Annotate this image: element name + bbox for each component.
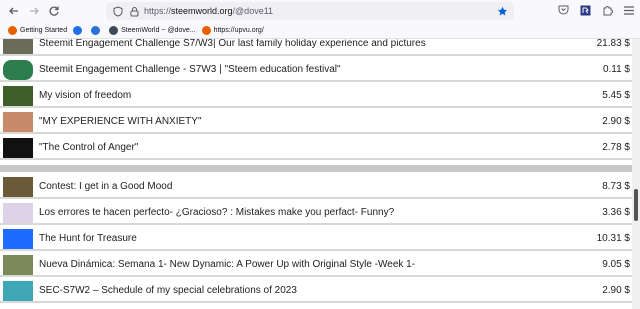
post-amount: 3.36 $	[602, 207, 630, 218]
firefox-icon	[201, 25, 211, 35]
post-thumbnail[interactable]	[3, 255, 33, 275]
post-row[interactable]: Steemit Engagement Challenge - S7W3 | "S…	[0, 58, 632, 82]
post-title[interactable]: Steemit Engagement Challenge S7/W3| Our …	[39, 39, 426, 49]
post-amount: 10.31 $	[596, 233, 630, 244]
menu-icon[interactable]	[622, 3, 636, 17]
post-title[interactable]: "MY EXPERIENCE WITH ANXIETY"	[39, 116, 202, 127]
post-thumbnail[interactable]	[3, 86, 33, 106]
bookmark-2[interactable]	[73, 25, 85, 35]
app-icon	[73, 25, 83, 35]
extensions-puzzle-icon[interactable]	[600, 3, 614, 17]
forward-icon[interactable]	[24, 1, 44, 21]
url-text: https://steemworld.org/@dove11	[144, 6, 273, 16]
post-row[interactable]: "The Control of Anger" 2.78 $	[0, 136, 632, 160]
firefox-icon	[8, 25, 17, 35]
scrollbar-thumb[interactable]	[634, 189, 638, 221]
post-row[interactable]: Steemit Engagement Challenge S7/W3| Our …	[0, 39, 632, 56]
post-title[interactable]: The Hunt for Treasure	[39, 233, 137, 244]
post-thumbnail[interactable]	[3, 281, 33, 301]
post-thumbnail[interactable]	[3, 203, 33, 223]
post-row[interactable]: SEC-S7W2 – Schedule of my special celebr…	[0, 279, 632, 303]
post-title[interactable]: Steemit Engagement Challenge - S7W3 | "S…	[39, 64, 341, 75]
bookmark-upvu[interactable]: https://upvu.org/	[201, 25, 264, 35]
shield-icon[interactable]	[112, 5, 124, 17]
bookmark-label: SteemWorld ~ @dove...	[121, 26, 196, 34]
post-title[interactable]: Contest: I get in a Good Mood	[39, 181, 172, 192]
post-amount: 0.11 $	[602, 64, 630, 75]
post-thumbnail[interactable]	[3, 177, 33, 197]
post-amount: 2.90 $	[602, 285, 630, 296]
globe-icon	[109, 25, 119, 35]
post-title[interactable]: My vision of freedom	[39, 90, 131, 101]
post-title[interactable]: "The Control of Anger"	[39, 142, 138, 153]
post-amount: 5.45 $	[602, 90, 630, 101]
scrollbar[interactable]	[632, 39, 640, 309]
post-row[interactable]: Los errores te hacen perfecto- ¿Gracioso…	[0, 201, 632, 225]
bookmark-steemworld[interactable]: SteemWorld ~ @dove...	[109, 25, 196, 35]
posts-list: Steemit Engagement Challenge S7/W3| Our …	[0, 39, 632, 309]
bookmark-star-icon[interactable]	[496, 5, 508, 17]
post-amount: 2.90 $	[602, 116, 630, 127]
url-host: steemworld.org	[171, 6, 233, 16]
post-amount: 9.05 $	[602, 259, 630, 270]
section-divider	[0, 165, 632, 172]
bookmark-label: https://upvu.org/	[213, 26, 264, 34]
post-thumbnail[interactable]	[3, 39, 33, 54]
lock-icon[interactable]	[128, 5, 140, 17]
bookmark-label: Getting Started	[20, 26, 68, 34]
post-title[interactable]: Nueva Dinámica: Semana 1- New Dynamic: A…	[39, 259, 415, 270]
post-title[interactable]: Los errores te hacen perfecto- ¿Gracioso…	[39, 207, 394, 218]
post-row[interactable]: Nueva Dinámica: Semana 1- New Dynamic: A…	[0, 253, 632, 277]
pocket-icon[interactable]	[556, 3, 570, 17]
post-thumbnail[interactable]	[3, 138, 33, 158]
bookmark-getting-started[interactable]: Getting Started	[8, 25, 68, 35]
post-title[interactable]: SEC-S7W2 – Schedule of my special celebr…	[39, 285, 297, 296]
post-row[interactable]: "MY EXPERIENCE WITH ANXIETY" 2.90 $	[0, 110, 632, 134]
url-path: /@dove11	[232, 6, 274, 16]
post-amount: 8.73 $	[602, 181, 630, 192]
post-thumbnail[interactable]	[3, 60, 33, 80]
address-bar[interactable]: https://steemworld.org/@dove11	[106, 2, 514, 20]
app-icon	[91, 25, 101, 35]
post-thumbnail[interactable]	[3, 112, 33, 132]
post-thumbnail[interactable]	[3, 229, 33, 249]
post-row[interactable]: The Hunt for Treasure 10.31 $	[0, 227, 632, 251]
reload-icon[interactable]	[44, 1, 64, 21]
extension-icon[interactable]	[578, 3, 592, 17]
bookmark-3[interactable]	[91, 25, 103, 35]
post-row[interactable]: Contest: I get in a Good Mood 8.73 $	[0, 175, 632, 199]
post-row[interactable]: My vision of freedom 5.45 $	[0, 84, 632, 108]
url-prefix: https://	[144, 6, 172, 16]
post-amount: 2.78 $	[602, 142, 630, 153]
back-icon[interactable]	[4, 1, 24, 21]
browser-toolbar: https://steemworld.org/@dove11	[0, 0, 640, 22]
bookmarks-bar: Getting Started SteemWorld ~ @dove... ht…	[0, 22, 640, 39]
post-amount: 21.83 $	[596, 39, 630, 49]
